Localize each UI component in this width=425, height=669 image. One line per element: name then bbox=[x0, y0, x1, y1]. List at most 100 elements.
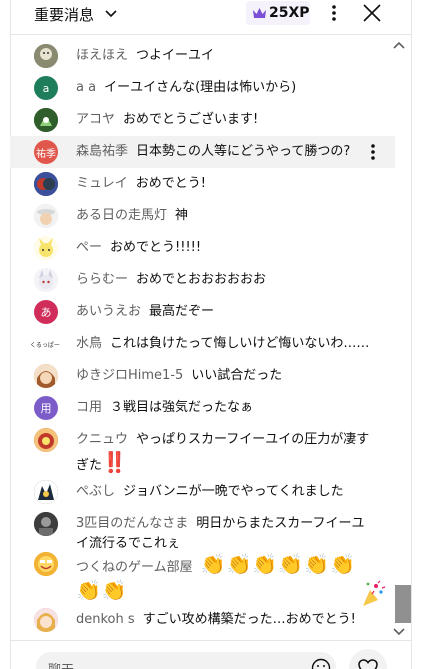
message-line: ミュレイ おめでとう! bbox=[76, 174, 371, 194]
message-author[interactable]: つくねのゲーム部屋 bbox=[76, 560, 193, 575]
chat-message: 用 コ用 ３戦目は強気だったなぁ bbox=[10, 396, 395, 420]
message-author[interactable]: クニュウ bbox=[76, 432, 128, 447]
crown-icon bbox=[253, 8, 266, 18]
chevron-down-icon bbox=[105, 10, 117, 18]
avatar-photo-icon bbox=[34, 364, 58, 388]
avatar-letter: あ bbox=[40, 306, 52, 319]
scroll-down-icon[interactable] bbox=[393, 627, 405, 637]
message-text: 神 bbox=[175, 208, 189, 223]
avatar-photo-icon bbox=[34, 428, 58, 452]
message-text: ３戦目は強気だったなぁ bbox=[110, 400, 254, 415]
message-line: ららむー おめでとおおおおおお bbox=[76, 270, 371, 290]
message-menu-icon[interactable] bbox=[365, 142, 381, 162]
message-author[interactable]: denkoh s bbox=[76, 612, 135, 627]
avatar[interactable] bbox=[34, 44, 58, 68]
message-line: あいうえお 最高だぞー bbox=[76, 302, 371, 322]
message-line: クニュウ やっぱりスカーフイーユイの圧力が凄すぎた‼️ bbox=[76, 430, 371, 476]
chat-mode-title: 重要消息 bbox=[34, 6, 95, 24]
chat-input-field[interactable]: 聊天... bbox=[36, 652, 336, 669]
chat-message: ららむー おめでとおおおおおお bbox=[10, 268, 395, 292]
chat-message: あ あいうえお 最高だぞー bbox=[10, 300, 395, 324]
message-author[interactable]: ぺー bbox=[76, 240, 102, 255]
avatar[interactable]: あ bbox=[34, 300, 58, 324]
double-exclamation-emoji: ‼️ bbox=[102, 450, 128, 474]
chat-message: ミュレイ おめでとう! bbox=[10, 172, 395, 196]
avatar-letter: 祐季 bbox=[36, 148, 56, 160]
avatar-letter: a bbox=[42, 81, 50, 95]
avatar[interactable] bbox=[34, 608, 58, 632]
avatar[interactable] bbox=[34, 236, 58, 260]
avatar[interactable] bbox=[34, 480, 58, 504]
message-text: つよイーユイ bbox=[136, 48, 215, 63]
chat-message: アコヤ おめでとうございます! bbox=[10, 108, 395, 132]
chat-message: 3匹目のだんなさま 明日からまたスカーフイーユイ流行るでこれぇ bbox=[10, 512, 395, 552]
message-line: ぺぶし ジョバンニが一晩でやってくれました bbox=[76, 482, 371, 502]
xp-badge[interactable]: 25XP bbox=[246, 1, 310, 25]
chat-message: a a a イーユイさんな(理由は怖いから) bbox=[10, 76, 395, 100]
message-author[interactable]: ミュレイ bbox=[76, 176, 128, 191]
message-line: denkoh s すごい攻め構築だった…おめでとう! bbox=[76, 610, 371, 630]
message-line: a a イーユイさんな(理由は怖いから) bbox=[76, 78, 371, 98]
avatar-photo-icon bbox=[34, 204, 58, 228]
avatar[interactable] bbox=[34, 204, 58, 228]
avatar[interactable] bbox=[34, 428, 58, 452]
avatar[interactable] bbox=[34, 172, 58, 196]
heart-icon bbox=[358, 659, 378, 669]
header-divider bbox=[10, 34, 412, 35]
chat-message: ほえほえ つよイーユイ bbox=[10, 44, 395, 68]
avatar-wordmark: くるっぱー bbox=[30, 341, 60, 349]
avatar-letter: 用 bbox=[40, 402, 52, 415]
message-author[interactable]: ほえほえ bbox=[76, 48, 128, 63]
message-line: アコヤ おめでとうございます! bbox=[76, 110, 371, 130]
chat-message-highlighted: 祐季 森島祐季 日本勢この人等にどうやって勝つの? bbox=[10, 136, 395, 168]
avatar-photo-icon bbox=[34, 268, 58, 292]
message-author[interactable]: 森島祐季 bbox=[76, 144, 128, 159]
avatar[interactable] bbox=[34, 108, 58, 132]
message-text: 日本勢この人等にどうやって勝つの? bbox=[136, 144, 351, 159]
avatar-photo-icon bbox=[34, 480, 58, 504]
close-icon[interactable] bbox=[361, 2, 383, 24]
message-line: ゆきジロHime1-5 いい試合だった bbox=[76, 366, 371, 386]
message-author[interactable]: 3匹目のだんなさま bbox=[76, 516, 188, 531]
message-author[interactable]: ある日の走馬灯 bbox=[76, 208, 167, 223]
avatar[interactable]: くるっぱー bbox=[28, 332, 62, 356]
avatar-photo-icon bbox=[34, 236, 58, 260]
avatar[interactable]: 用 bbox=[34, 396, 58, 420]
message-author[interactable]: a a bbox=[76, 80, 96, 95]
avatar[interactable] bbox=[34, 552, 58, 576]
chat-message: ぺぶし ジョバンニが一晩でやってくれました bbox=[10, 480, 395, 504]
avatar[interactable] bbox=[34, 268, 58, 292]
chat-message: ある日の走馬灯神 bbox=[10, 204, 395, 228]
message-text: おめでとう! bbox=[135, 176, 206, 191]
scrollbar-thumb[interactable] bbox=[395, 585, 411, 623]
message-text: イーユイさんな(理由は怖いから) bbox=[104, 80, 297, 95]
avatar-photo-icon bbox=[34, 108, 58, 132]
message-text: おめでとうございます! bbox=[123, 112, 259, 127]
message-line: コ用 ３戦目は強気だったなぁ bbox=[76, 398, 371, 418]
message-text: おめでとおおおおおお bbox=[136, 272, 267, 287]
chat-message: ゆきジロHime1-5 いい試合だった bbox=[10, 364, 395, 388]
emoji-picker-icon[interactable] bbox=[311, 658, 331, 669]
chat-input-placeholder: 聊天... bbox=[48, 659, 86, 669]
more-options-icon[interactable] bbox=[326, 3, 342, 23]
message-author[interactable]: あいうえお bbox=[76, 304, 141, 319]
xp-label: 25XP bbox=[269, 5, 310, 21]
message-author[interactable]: ららむー bbox=[76, 272, 128, 287]
message-author[interactable]: アコヤ bbox=[76, 112, 115, 127]
avatar[interactable]: a bbox=[34, 76, 58, 100]
avatar[interactable] bbox=[34, 512, 58, 536]
input-divider bbox=[10, 640, 412, 641]
avatar-photo-icon bbox=[34, 44, 58, 68]
message-author[interactable]: 水鳥 bbox=[76, 336, 102, 351]
chat-message: denkoh s すごい攻め構築だった…おめでとう! bbox=[10, 608, 395, 632]
chat-message: くるっぱー 水鳥 これは負けたって悔しいけど悔いないわ…… bbox=[10, 332, 395, 356]
avatar[interactable] bbox=[34, 364, 58, 388]
avatar-photo-icon bbox=[34, 552, 58, 576]
chat-mode-dropdown[interactable]: 重要消息 bbox=[30, 0, 126, 30]
avatar[interactable]: 祐季 bbox=[34, 140, 58, 164]
message-text: おめでとう!!!!! bbox=[110, 240, 202, 255]
chat-message: ぺー おめでとう!!!!! bbox=[10, 236, 395, 260]
message-author[interactable]: ゆきジロHime1-5 bbox=[76, 368, 183, 383]
message-author[interactable]: コ用 bbox=[76, 400, 102, 415]
message-author[interactable]: ぺぶし bbox=[76, 484, 115, 499]
